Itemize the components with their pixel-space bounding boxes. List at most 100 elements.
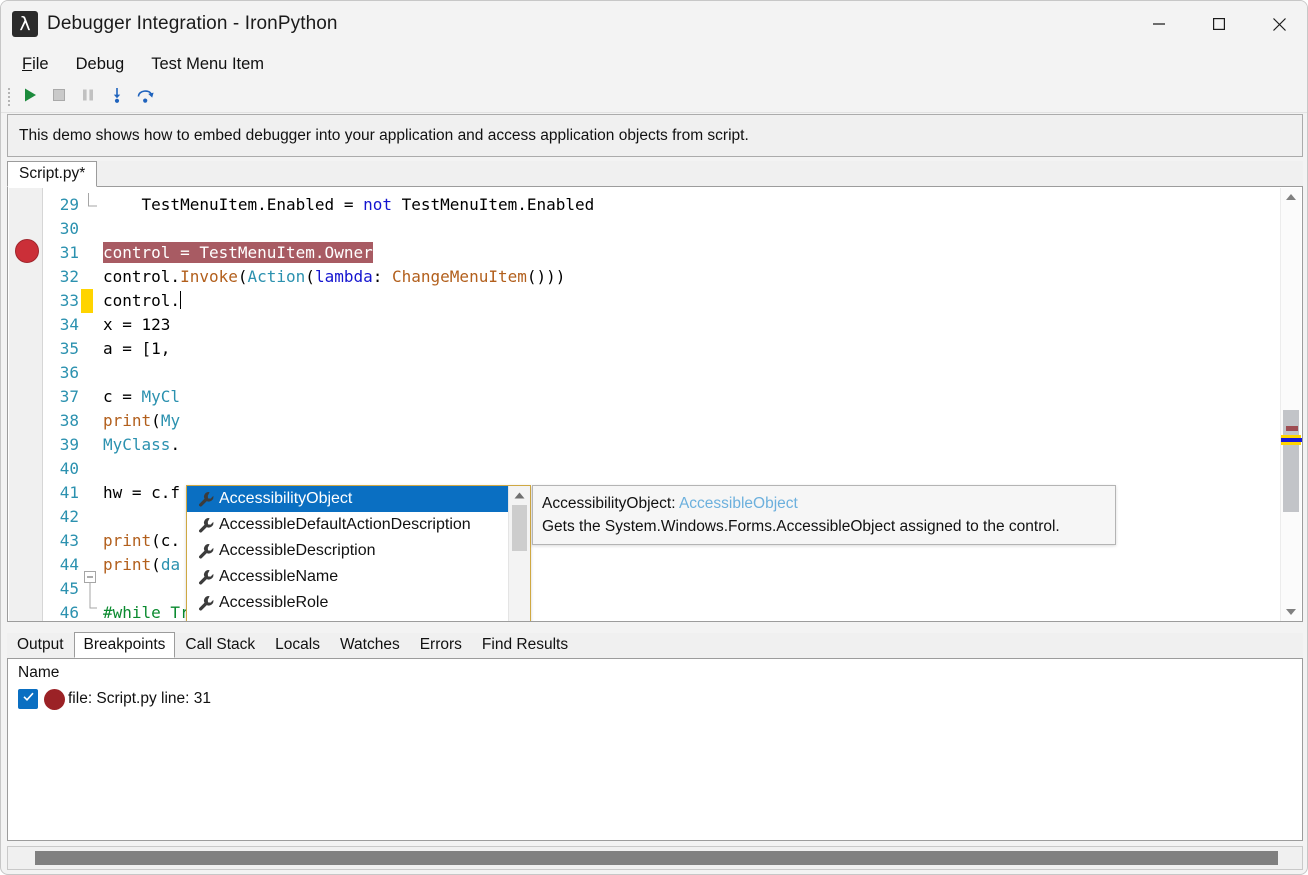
stop-icon	[50, 86, 68, 109]
wrench-icon	[193, 566, 219, 588]
breakpoint-enabled-checkbox[interactable]	[18, 689, 38, 709]
code-line[interactable]: control = TestMenuItem.Owner	[103, 241, 1283, 265]
step-over-icon	[136, 86, 155, 109]
pause-icon	[79, 86, 97, 109]
autocomplete-item-label: AccessibleDefaultActionDescription	[219, 516, 471, 533]
tab-label: Breakpoints	[83, 636, 166, 653]
autocomplete-item[interactable]: AccessibleDefaultActionDescription	[187, 512, 510, 538]
minimize-icon	[1152, 17, 1166, 31]
check-icon	[22, 690, 35, 708]
title-bar: λ Debugger Integration - IronPython	[1, 1, 1307, 47]
tab-breakpoints[interactable]: Breakpoints	[73, 632, 176, 658]
toolbar-grip[interactable]	[5, 87, 13, 107]
line-number: 29	[59, 195, 79, 214]
code-line[interactable]: control.	[81, 289, 1283, 313]
code-fold-column[interactable]	[81, 188, 103, 621]
tab-label: Errors	[419, 636, 462, 653]
breakpoints-panel: Name file: Script.py line: 31	[7, 659, 1303, 841]
step-over-button[interactable]	[131, 84, 160, 110]
pause-button[interactable]	[73, 84, 102, 110]
tab-locals[interactable]: Locals	[265, 632, 330, 658]
wrench-icon	[193, 618, 219, 621]
chevron-up-icon	[1285, 188, 1297, 206]
tooltip-signature-name: AccessibilityObject:	[542, 495, 676, 512]
autocomplete-tooltip: AccessibilityObject: AccessibleObject Ge…	[532, 485, 1116, 545]
toolbar	[1, 82, 1307, 113]
app-window: λ Debugger Integration - IronPython File	[0, 0, 1308, 875]
step-into-button[interactable]	[102, 84, 131, 110]
code-line[interactable]	[103, 457, 1283, 481]
description-bar: This demo shows how to embed debugger in…	[7, 114, 1303, 157]
autocomplete-scrollbar-thumb[interactable]	[512, 505, 527, 551]
wrench-icon	[193, 592, 219, 614]
code-line[interactable]: x = 123	[103, 313, 1283, 337]
step-into-icon	[108, 86, 126, 109]
code-line[interactable]: TestMenuItem.Enabled = not TestMenuItem.…	[103, 193, 1283, 217]
code-line[interactable]	[103, 361, 1283, 385]
code-line[interactable]	[103, 217, 1283, 241]
code-line[interactable]: print(My	[103, 409, 1283, 433]
table-row[interactable]: file: Script.py line: 31	[8, 686, 1302, 712]
close-button[interactable]	[1249, 1, 1307, 47]
menu-item-debug[interactable]: Debug	[67, 51, 134, 78]
autocomplete-item[interactable]: AllowDrop	[187, 616, 510, 621]
tab-output[interactable]: Output	[7, 632, 74, 658]
minimize-button[interactable]	[1129, 1, 1189, 47]
tooltip-signature-type: AccessibleObject	[678, 495, 798, 512]
autocomplete-list[interactable]: AccessibilityObject AccessibleDefaultActi…	[187, 486, 510, 621]
autocomplete-item-label: AccessibleName	[219, 568, 339, 585]
line-number: 41	[59, 483, 79, 502]
autocomplete-scroll-up-button[interactable]	[509, 486, 529, 504]
menu-item-file[interactable]: File	[13, 51, 58, 78]
code-line[interactable]: control.Invoke(Action(lambda: ChangeMenu…	[103, 265, 1283, 289]
horizontal-scrollbar[interactable]	[7, 846, 1303, 870]
tab-label: Watches	[339, 636, 400, 653]
line-number: 44	[59, 555, 79, 574]
line-number: 39	[59, 435, 79, 454]
editor-tab-script-py[interactable]: Script.py*	[7, 161, 98, 187]
scrollbar-breakpoint-marker	[1286, 426, 1298, 431]
code-line[interactable]: c = MyCl	[103, 385, 1283, 409]
chevron-up-icon	[514, 486, 525, 504]
tab-find-results[interactable]: Find Results	[472, 632, 578, 658]
maximize-button[interactable]	[1189, 1, 1249, 47]
menu-item-test-menu-item[interactable]: Test Menu Item	[142, 51, 273, 78]
menu-bar: File Debug Test Menu Item	[1, 47, 1307, 82]
tab-call-stack[interactable]: Call Stack	[175, 632, 265, 658]
autocomplete-item[interactable]: AccessibleRole	[187, 590, 510, 616]
editor-gutter[interactable]	[9, 188, 43, 621]
autocomplete-popup[interactable]: AccessibilityObject AccessibleDefaultActi…	[186, 485, 531, 621]
breakpoint-icon[interactable]	[15, 239, 39, 263]
line-number: 30	[59, 219, 79, 238]
autocomplete-item[interactable]: AccessibleDescription	[187, 538, 510, 564]
stop-button[interactable]	[44, 84, 73, 110]
line-number: 46	[59, 603, 79, 622]
line-number: 36	[59, 363, 79, 382]
run-button[interactable]	[15, 84, 44, 110]
line-number: 31	[59, 243, 79, 262]
horizontal-scrollbar-thumb[interactable]	[35, 851, 1278, 865]
autocomplete-item-label: AccessibleRole	[219, 594, 329, 611]
line-number: 45	[59, 579, 79, 598]
menu-item-file-label: ile	[32, 55, 49, 73]
code-editor[interactable]: 29303132333435363738394041424344454647 T…	[7, 187, 1303, 622]
play-icon	[21, 86, 39, 109]
autocomplete-item-label: AccessibleDescription	[219, 542, 376, 559]
autocomplete-scrollbar[interactable]	[508, 486, 530, 621]
autocomplete-item[interactable]: AccessibilityObject	[187, 486, 510, 512]
chevron-down-icon	[1285, 603, 1297, 621]
tab-watches[interactable]: Watches	[330, 632, 410, 658]
code-line[interactable]: MyClass.	[103, 433, 1283, 457]
line-number: 33	[59, 291, 79, 310]
description-text: This demo shows how to embed debugger in…	[19, 126, 749, 144]
editor-vertical-scrollbar[interactable]	[1280, 188, 1302, 621]
tooltip-signature: AccessibilityObject: AccessibleObject	[542, 492, 1107, 515]
scroll-up-button[interactable]	[1281, 188, 1301, 206]
code-line[interactable]: a = [1,	[103, 337, 1283, 361]
autocomplete-item-label: AccessibilityObject	[219, 490, 353, 507]
tab-errors[interactable]: Errors	[410, 632, 472, 658]
autocomplete-item[interactable]: AccessibleName	[187, 564, 510, 590]
line-number: 34	[59, 315, 79, 334]
scroll-down-button[interactable]	[1281, 603, 1301, 621]
lambda-app-icon: λ	[12, 11, 38, 37]
